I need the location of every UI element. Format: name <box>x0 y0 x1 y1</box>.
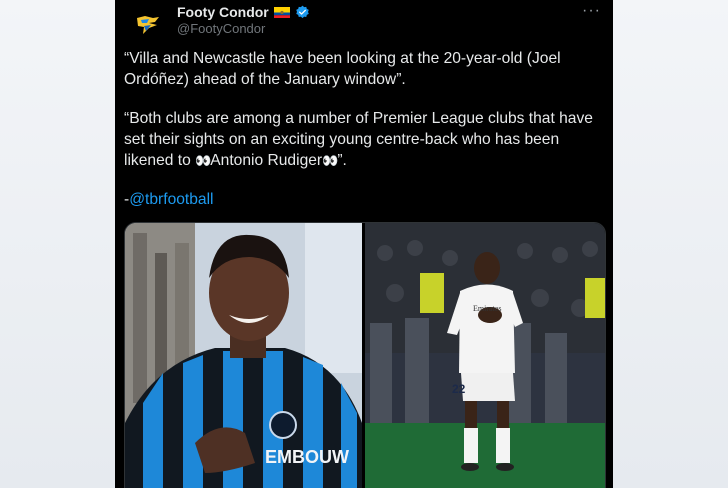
avatar[interactable] <box>129 6 167 44</box>
mention-link[interactable]: @tbrfootball <box>129 191 213 208</box>
author-handle[interactable]: @FootyCondor <box>177 21 265 36</box>
rudiger-name: Antonio Rudiger <box>210 152 323 169</box>
tweet-card: Footy Condor @FootyCondor ··· “Villa and… <box>115 0 613 488</box>
page-background-right <box>613 0 728 488</box>
eyes-emoji: 👀 <box>322 153 338 168</box>
eyes-emoji: 👀 <box>195 153 211 168</box>
author-name-row: Footy Condor <box>177 4 310 20</box>
ecuador-flag-icon <box>273 6 290 18</box>
author-display-name[interactable]: Footy Condor <box>177 4 269 20</box>
tweet-paragraph-2: “Both clubs are among a number of Premie… <box>124 108 604 171</box>
photo-antonio-rudiger[interactable]: 22 Emirates <box>365 223 605 488</box>
tweet-paragraph-1: “Villa and Newcastle have been looking a… <box>124 50 561 88</box>
tweet-media[interactable]: EMBOUW 22 Emirates <box>124 222 606 488</box>
shirt-sponsor-emirates: Emirates <box>473 304 501 313</box>
footy-condor-logo-icon <box>137 16 159 34</box>
page-background-left <box>0 0 115 488</box>
verified-badge-icon <box>296 5 309 18</box>
photo-joel-ordonez[interactable]: EMBOUW <box>125 223 362 488</box>
more-options-button[interactable]: ··· <box>582 2 601 20</box>
tweet-credit: -@tbrfootball <box>124 189 604 210</box>
tweet-text: “Villa and Newcastle have been looking a… <box>124 48 604 228</box>
shirt-number-text: 22 <box>452 382 466 396</box>
shirt-sponsor-text: EMBOUW <box>265 447 349 467</box>
tweet-paragraph-2-end: ”. <box>337 152 347 169</box>
